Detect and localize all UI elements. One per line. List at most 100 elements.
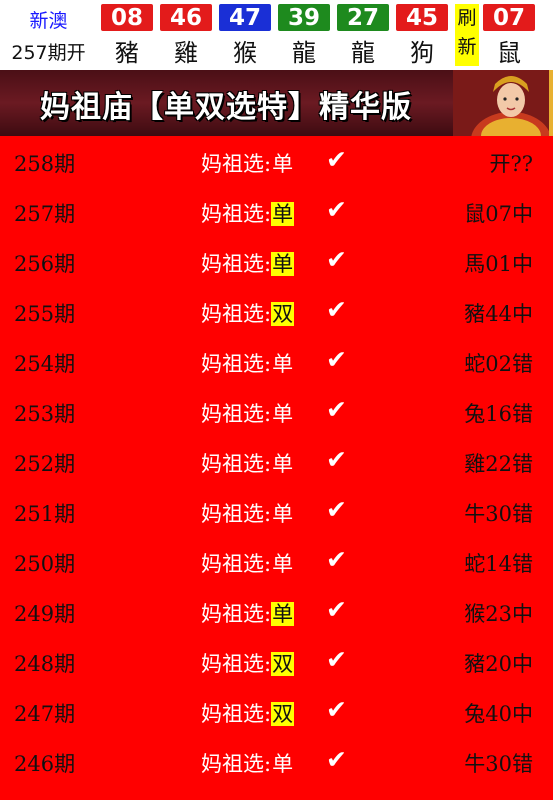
result-ball-6: 45 狗 [396,4,448,67]
pick-label: 妈祖选: [201,602,272,626]
result-ball-5: 27 龍 [337,4,389,67]
result-text: 兔16错 [464,402,533,426]
pick-value: 单 [272,552,294,576]
pick-text: 妈祖选:单 [201,148,294,178]
special-ball: 07 鼠 [483,4,535,67]
check-icon: ✔ [326,395,347,424]
list-item: 251期 妈祖选:单 ✔ 牛30错 [0,486,553,536]
ball-zodiac: 鼠 [497,39,521,67]
pick-text: 妈祖选:单 [201,548,294,578]
title-banner: 妈祖庙【单双选特】精华版 [0,70,553,136]
pick-value: 单 [271,602,295,626]
check-icon: ✔ [326,195,347,224]
pick-label: 妈祖选: [201,452,272,476]
pick-label: 妈祖选: [201,752,272,776]
period-label: 255期 [14,302,76,326]
check-icon: ✔ [326,495,347,524]
region-label: 新澳 [29,10,68,32]
pick-value: 单 [272,452,294,476]
pick-label: 妈祖选: [201,302,272,326]
period-label: 254期 [14,352,76,376]
result-ball-1: 08 豬 [101,4,153,67]
pick-label: 妈祖选: [201,152,272,176]
period-label: 247期 [14,702,76,726]
prediction-list: 258期 妈祖选:单 ✔ 开?? 257期 妈祖选:单 ✔ 鼠07中 256期 … [0,136,553,786]
ball-number: 45 [396,4,448,31]
pick-value: 双 [271,652,295,676]
result-text: 豬20中 [464,652,533,676]
list-item: 247期 妈祖选:双 ✔ 兔40中 [0,686,553,736]
period-label: 256期 [14,252,76,276]
pick-value: 单 [272,402,294,426]
pick-value: 单 [271,252,295,276]
check-icon: ✔ [326,695,347,724]
ball-number: 46 [160,4,212,31]
ball-number: 39 [278,4,330,31]
pick-label: 妈祖选: [201,352,272,376]
ball-number: 08 [101,4,153,31]
pick-text: 妈祖选:双 [201,648,295,678]
pick-value: 单 [272,152,294,176]
pick-text: 妈祖选:单 [201,398,294,428]
list-item: 254期 妈祖选:单 ✔ 蛇02错 [0,336,553,386]
ball-number: 07 [483,4,535,31]
result-text: 雞22错 [464,452,533,476]
result-ball-4: 39 龍 [278,4,330,67]
check-icon: ✔ [326,545,347,574]
pick-label: 妈祖选: [201,502,272,526]
pick-label: 妈祖选: [201,252,272,276]
result-text: 开?? [489,152,533,176]
refresh-button[interactable]: 刷新 [455,4,479,66]
period-label: 257期 [14,202,76,226]
period-label: 248期 [14,652,76,676]
pick-value: 单 [272,502,294,526]
list-item: 250期 妈祖选:单 ✔ 蛇14错 [0,536,553,586]
period-label: 258期 [14,152,76,176]
pick-label: 妈祖选: [201,652,272,676]
banner-title: 妈祖庙【单双选特】精华版 [40,90,412,125]
list-item: 253期 妈祖选:单 ✔ 兔16错 [0,386,553,436]
check-icon: ✔ [326,645,347,674]
ball-zodiac: 猴 [233,39,257,67]
result-text: 牛30错 [464,502,533,526]
issue-label: 257期开 [11,42,86,64]
period-label: 246期 [14,752,76,776]
check-icon: ✔ [326,245,347,274]
result-text: 蛇14错 [464,552,533,576]
check-icon: ✔ [326,745,347,774]
check-icon: ✔ [326,345,347,374]
ball-zodiac: 雞 [174,39,198,67]
list-item: 256期 妈祖选:单 ✔ 馬01中 [0,236,553,286]
list-item: 252期 妈祖选:单 ✔ 雞22错 [0,436,553,486]
pick-text: 妈祖选:单 [201,198,295,228]
pick-label: 妈祖选: [201,402,272,426]
result-text: 鼠07中 [464,202,533,226]
result-text: 牛30错 [464,752,533,776]
pick-value: 双 [271,302,295,326]
check-icon: ✔ [326,295,347,324]
list-item: 248期 妈祖选:双 ✔ 豬20中 [0,636,553,686]
ball-zodiac: 狗 [410,39,434,67]
ball-zodiac: 龍 [351,39,375,67]
list-item: 255期 妈祖选:双 ✔ 豬44中 [0,286,553,336]
pick-text: 妈祖选:单 [201,348,294,378]
period-label: 252期 [14,452,76,476]
pick-text: 妈祖选:单 [201,598,295,628]
result-ball-3: 47 猴 [219,4,271,67]
pick-text: 妈祖选:单 [201,748,294,778]
pick-text: 妈祖选:单 [201,448,294,478]
result-ball-2: 46 雞 [160,4,212,67]
draw-result-bar: 新澳 257期开 08 豬 46 雞 47 猴 39 龍 27 龍 45 狗 刷… [0,0,553,70]
pick-text: 妈祖选:单 [201,248,295,278]
check-icon: ✔ [326,595,347,624]
result-text: 兔40中 [464,702,533,726]
pick-value: 双 [271,702,295,726]
pick-text: 妈祖选:双 [201,298,295,328]
result-text: 蛇02错 [464,352,533,376]
pick-text: 妈祖选:单 [201,498,294,528]
list-item: 249期 妈祖选:单 ✔ 猴23中 [0,586,553,636]
period-label: 251期 [14,502,76,526]
result-text: 猴23中 [464,602,533,626]
period-label: 253期 [14,402,76,426]
result-text: 豬44中 [464,302,533,326]
